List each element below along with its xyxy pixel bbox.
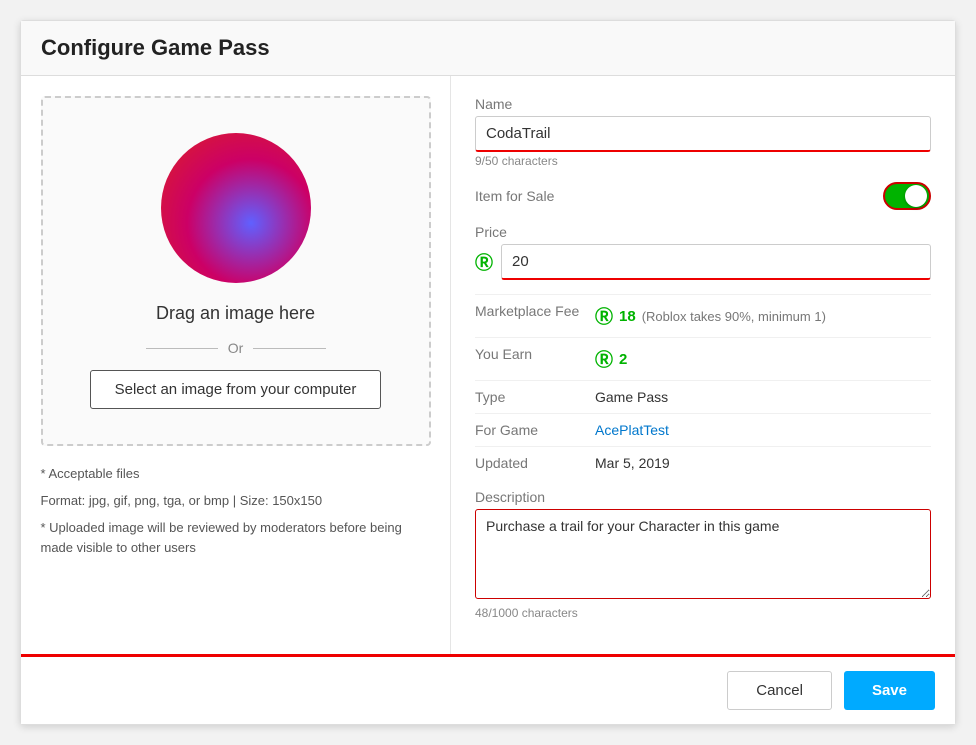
drag-text: Drag an image here: [156, 303, 315, 324]
robux-icon: Ⓡ: [475, 249, 493, 275]
price-label: Price: [475, 224, 931, 240]
for-game-link[interactable]: AcePlatTest: [595, 422, 669, 438]
you-earn-value: Ⓡ 2: [595, 346, 627, 372]
robux-icon-earn: Ⓡ: [595, 346, 613, 372]
type-row: Type Game Pass: [475, 380, 931, 413]
configure-game-pass-dialog: Configure Game Pass Drag an image here O…: [20, 20, 956, 725]
item-for-sale-toggle[interactable]: [883, 182, 931, 210]
description-field-group: Description Purchase a trail for your Ch…: [475, 489, 931, 620]
description-label: Description: [475, 489, 931, 505]
toggle-knob: [905, 185, 927, 207]
for-game-value: AcePlatTest: [595, 422, 669, 438]
type-value: Game Pass: [595, 389, 668, 405]
file-info-line3: * Uploaded image will be reviewed by mod…: [41, 518, 431, 560]
for-game-row: For Game AcePlatTest: [475, 413, 931, 446]
item-for-sale-label: Item for Sale: [475, 188, 554, 204]
for-game-label: For Game: [475, 422, 595, 438]
toggle-wrapper: [883, 182, 931, 210]
dialog-title: Configure Game Pass: [41, 35, 935, 61]
marketplace-fee-value: Ⓡ 18 (Roblox takes 90%, minimum 1): [595, 303, 826, 329]
robux-icon-fee: Ⓡ: [595, 303, 613, 329]
dialog-header: Configure Game Pass: [21, 21, 955, 76]
left-panel: Drag an image here Or Select an image fr…: [21, 76, 451, 654]
item-for-sale-group: Item for Sale: [475, 182, 931, 210]
or-divider: Or: [146, 340, 326, 356]
cancel-button[interactable]: Cancel: [727, 671, 832, 710]
file-info-line1: * Acceptable files: [41, 464, 431, 485]
marketplace-fee-note: (Roblox takes 90%, minimum 1): [642, 309, 826, 324]
name-label: Name: [475, 96, 931, 112]
right-panel: Name 9/50 characters Item for Sale Price: [451, 76, 955, 654]
file-info: * Acceptable files Format: jpg, gif, png…: [41, 464, 431, 565]
updated-row: Updated Mar 5, 2019: [475, 446, 931, 479]
image-drop-area[interactable]: Drag an image here Or Select an image fr…: [41, 96, 431, 446]
marketplace-fee-label: Marketplace Fee: [475, 303, 595, 319]
name-field-group: Name 9/50 characters: [475, 96, 931, 168]
description-char-count: 48/1000 characters: [475, 606, 931, 620]
name-input[interactable]: [475, 116, 931, 152]
price-row: Ⓡ: [475, 244, 931, 280]
select-image-button[interactable]: Select an image from your computer: [90, 370, 382, 409]
price-field-group: Price Ⓡ: [475, 224, 931, 280]
save-button[interactable]: Save: [844, 671, 935, 710]
type-label: Type: [475, 389, 595, 405]
image-preview: [161, 133, 311, 283]
you-earn-row: You Earn Ⓡ 2: [475, 337, 931, 380]
updated-value: Mar 5, 2019: [595, 455, 670, 471]
marketplace-fee-row: Marketplace Fee Ⓡ 18 (Roblox takes 90%, …: [475, 294, 931, 337]
file-info-line2: Format: jpg, gif, png, tga, or bmp | Siz…: [41, 491, 431, 512]
description-textarea[interactable]: Purchase a trail for your Character in t…: [475, 509, 931, 599]
dialog-body: Drag an image here Or Select an image fr…: [21, 76, 955, 654]
item-for-sale-row: Item for Sale: [475, 182, 931, 210]
name-char-count: 9/50 characters: [475, 154, 931, 168]
you-earn-label: You Earn: [475, 346, 595, 362]
price-input[interactable]: [501, 244, 931, 280]
dialog-footer: Cancel Save: [21, 654, 955, 724]
updated-label: Updated: [475, 455, 595, 471]
